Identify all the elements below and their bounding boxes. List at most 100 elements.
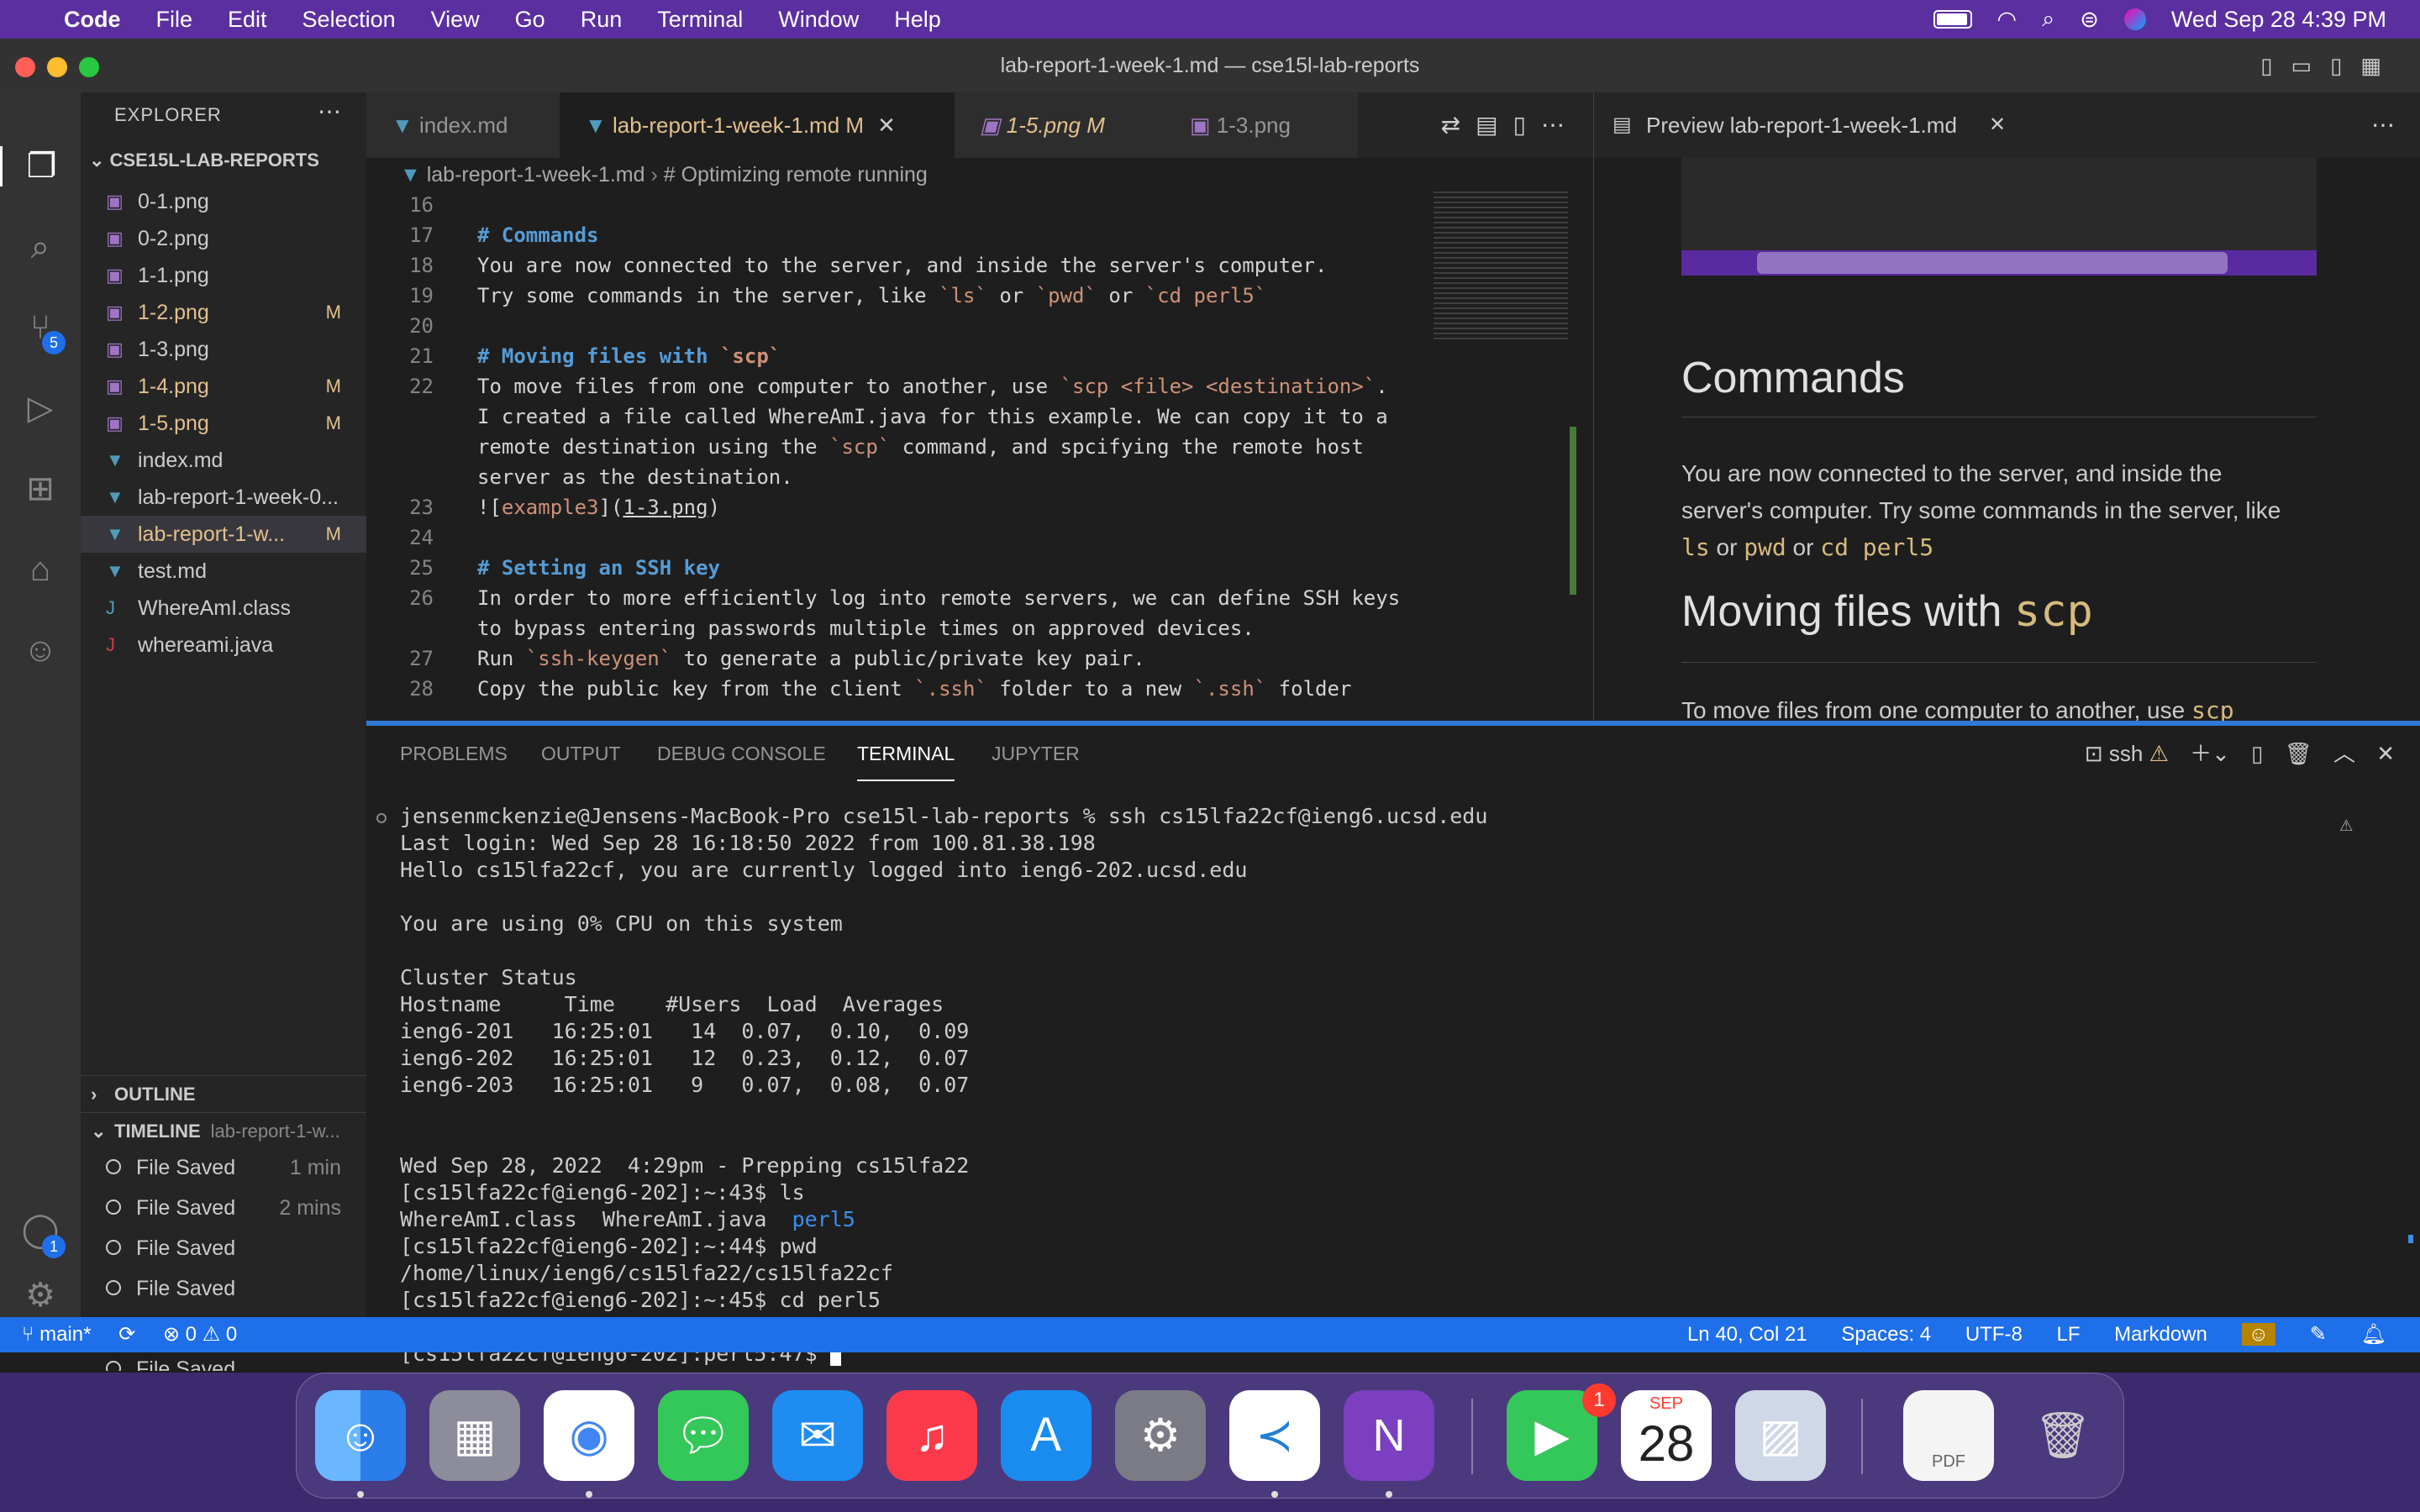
- feedback-icon[interactable]: ✎: [2310, 1323, 2327, 1346]
- warning-icon[interactable]: ⚠: [2339, 811, 2353, 837]
- file-item[interactable]: ▣ 1-1.png: [81, 257, 366, 294]
- trash-icon[interactable]: 🗑: [2018, 1390, 2108, 1481]
- copilot-icon[interactable]: ☺: [20, 630, 60, 670]
- close-panel-icon[interactable]: ✕: [2376, 741, 2395, 766]
- workspace-root[interactable]: ⌄ CSE15L-LAB-REPORTS: [89, 150, 319, 171]
- menu-window[interactable]: Window: [778, 7, 859, 33]
- tab-lab-report[interactable]: ▼ lab-report-1-week-1.md M ✕: [560, 92, 955, 158]
- branch-icon[interactable]: ⑂: [22, 1323, 34, 1346]
- terminal-icon[interactable]: ⊡: [2085, 741, 2103, 766]
- preview-app-icon[interactable]: ▨: [1735, 1390, 1826, 1481]
- split-terminal-icon[interactable]: ▯: [2251, 741, 2263, 766]
- warning-count[interactable]: 0: [226, 1323, 237, 1346]
- menu-view[interactable]: View: [431, 7, 480, 33]
- file-item[interactable]: J WhereAmI.class: [81, 590, 366, 627]
- tab-index-md[interactable]: ▼ index.md: [366, 92, 560, 158]
- vscode-icon[interactable]: ≺: [1229, 1390, 1320, 1481]
- cursor-position[interactable]: Ln 40, Col 21: [1687, 1323, 1807, 1346]
- file-item[interactable]: ▣ 0-2.png: [81, 220, 366, 257]
- file-item[interactable]: ▼ lab-report-1-w... M: [81, 516, 366, 553]
- copilot-icon[interactable]: ☺: [2241, 1323, 2276, 1346]
- close-tab-icon[interactable]: ✕: [1989, 92, 2006, 158]
- minimize-window-button[interactable]: [47, 57, 67, 77]
- encoding[interactable]: UTF-8: [1965, 1323, 2023, 1346]
- timeline-item[interactable]: File Saved: [81, 1270, 366, 1307]
- file-item[interactable]: ▣ 1-3.png: [81, 331, 366, 368]
- mail-icon[interactable]: ✉: [772, 1390, 863, 1481]
- tab-terminal[interactable]: TERMINAL: [857, 726, 955, 781]
- pdf-document-icon[interactable]: PDF: [1903, 1390, 1994, 1481]
- warning-icon[interactable]: ⚠: [203, 1323, 221, 1346]
- tab-1-3-png[interactable]: ▣ 1-3.png: [1165, 92, 1358, 158]
- app-menu[interactable]: Code: [64, 7, 121, 33]
- music-icon[interactable]: ♫: [886, 1390, 977, 1481]
- minimap[interactable]: [1425, 192, 1576, 724]
- close-window-button[interactable]: [15, 57, 35, 77]
- more-actions-icon[interactable]: ⋯: [318, 97, 341, 125]
- code-editor[interactable]: 16 17 # Commands 18 You are now connected to…: [366, 192, 1593, 724]
- timeline-item[interactable]: File Saved: [81, 1351, 366, 1371]
- battery-icon[interactable]: [1933, 10, 1972, 29]
- menu-run[interactable]: Run: [581, 7, 623, 33]
- file-item[interactable]: ▣ 1-2.png M: [81, 294, 366, 331]
- calendar-icon[interactable]: SEP 28: [1621, 1390, 1712, 1481]
- file-item[interactable]: Jwhereami.java: [81, 627, 366, 664]
- chrome-icon[interactable]: ◉: [544, 1390, 634, 1481]
- layout-toggle-icons[interactable]: ▯▭▯▦: [2260, 39, 2400, 92]
- menu-clock[interactable]: Wed Sep 28 4:39 PM: [2171, 7, 2386, 33]
- breadcrumb-file[interactable]: lab-report-1-week-1.md: [427, 163, 645, 186]
- extensions-icon[interactable]: ⊞: [20, 469, 60, 509]
- terminal-shell-label[interactable]: ssh: [2109, 741, 2143, 766]
- terminal[interactable]: ⚠ jensenmckenzie@Jensens-MacBook-Pro cse…: [366, 781, 2420, 1373]
- search-icon[interactable]: ⌕: [20, 227, 60, 267]
- tab-jupyter[interactable]: JUPYTER: [992, 726, 1080, 781]
- menu-go[interactable]: Go: [515, 7, 545, 33]
- command-decoration-icon[interactable]: [376, 813, 387, 823]
- branch-name[interactable]: main*: [39, 1323, 91, 1346]
- line-ending[interactable]: LF: [2056, 1323, 2080, 1346]
- outline-section[interactable]: › OUTLINE: [81, 1075, 366, 1112]
- zoom-window-button[interactable]: [79, 57, 99, 77]
- launchpad-icon[interactable]: ▦: [429, 1390, 520, 1481]
- indentation[interactable]: Spaces: 4: [1841, 1323, 1931, 1346]
- preview-tab[interactable]: ▤ Preview lab-report-1-week-1.md ✕ ⋯: [1593, 92, 2420, 158]
- settings-gear-icon[interactable]: ⚙: [20, 1275, 60, 1315]
- error-count[interactable]: 0: [186, 1323, 197, 1346]
- maximize-panel-icon[interactable]: ︿: [2333, 741, 2355, 766]
- timeline-item[interactable]: File Saved: [81, 1230, 366, 1267]
- sync-icon[interactable]: ⟳: [118, 1323, 135, 1346]
- timeline-section[interactable]: ⌄ TIMELINE lab-report-1-w...: [81, 1112, 366, 1149]
- timeline-item[interactable]: File Saved 2 mins: [81, 1189, 366, 1226]
- menu-selection[interactable]: Selection: [302, 7, 396, 33]
- language-mode[interactable]: Markdown: [2114, 1323, 2207, 1346]
- menu-file[interactable]: File: [156, 7, 193, 33]
- remote-explorer-icon[interactable]: ⌂: [20, 549, 60, 590]
- messages-icon[interactable]: 💬︎: [658, 1390, 749, 1481]
- siri-icon[interactable]: [2123, 8, 2146, 30]
- tab-debug-console[interactable]: DEBUG CONSOLE: [657, 726, 826, 781]
- spotlight-search-icon[interactable]: ⌕: [2042, 6, 2054, 33]
- control-center-icon[interactable]: ⊜: [2080, 7, 2099, 33]
- close-tab-icon[interactable]: ✕: [877, 113, 896, 138]
- markdown-preview[interactable]: Commands You are now connected to the se…: [1593, 158, 2420, 724]
- menu-terminal[interactable]: Terminal: [657, 7, 743, 33]
- system-preferences-icon[interactable]: ⚙: [1115, 1390, 1206, 1481]
- timeline-item[interactable]: File Saved 1 min: [81, 1149, 366, 1186]
- wifi-icon[interactable]: ◠: [1997, 7, 2018, 33]
- menu-help[interactable]: Help: [894, 7, 941, 33]
- file-item[interactable]: ▼ lab-report-1-week-0...: [81, 479, 366, 516]
- onenote-icon[interactable]: N: [1344, 1390, 1434, 1481]
- tab-problems[interactable]: PROBLEMS: [400, 726, 508, 781]
- tab-output[interactable]: OUTPUT: [541, 726, 621, 781]
- file-item[interactable]: ▣ 1-4.png M: [81, 368, 366, 405]
- file-item[interactable]: ▣ 0-1.png: [81, 183, 366, 220]
- tab-1-5-png[interactable]: ▣ 1-5.png M: [955, 92, 1165, 158]
- file-item[interactable]: ▣ 1-5.png M: [81, 405, 366, 442]
- editor-actions[interactable]: ⇄▤▯⋯: [1441, 92, 1580, 158]
- notifications-bell-icon[interactable]: 🔔︎: [2361, 1323, 2386, 1346]
- app-store-icon[interactable]: Ａ: [1001, 1390, 1092, 1481]
- error-icon[interactable]: ⊗: [163, 1323, 180, 1346]
- finder-icon[interactable]: ☺: [315, 1390, 406, 1481]
- explorer-icon[interactable]: ❐: [0, 146, 81, 186]
- new-terminal-icon[interactable]: ＋⌄: [2190, 741, 2230, 766]
